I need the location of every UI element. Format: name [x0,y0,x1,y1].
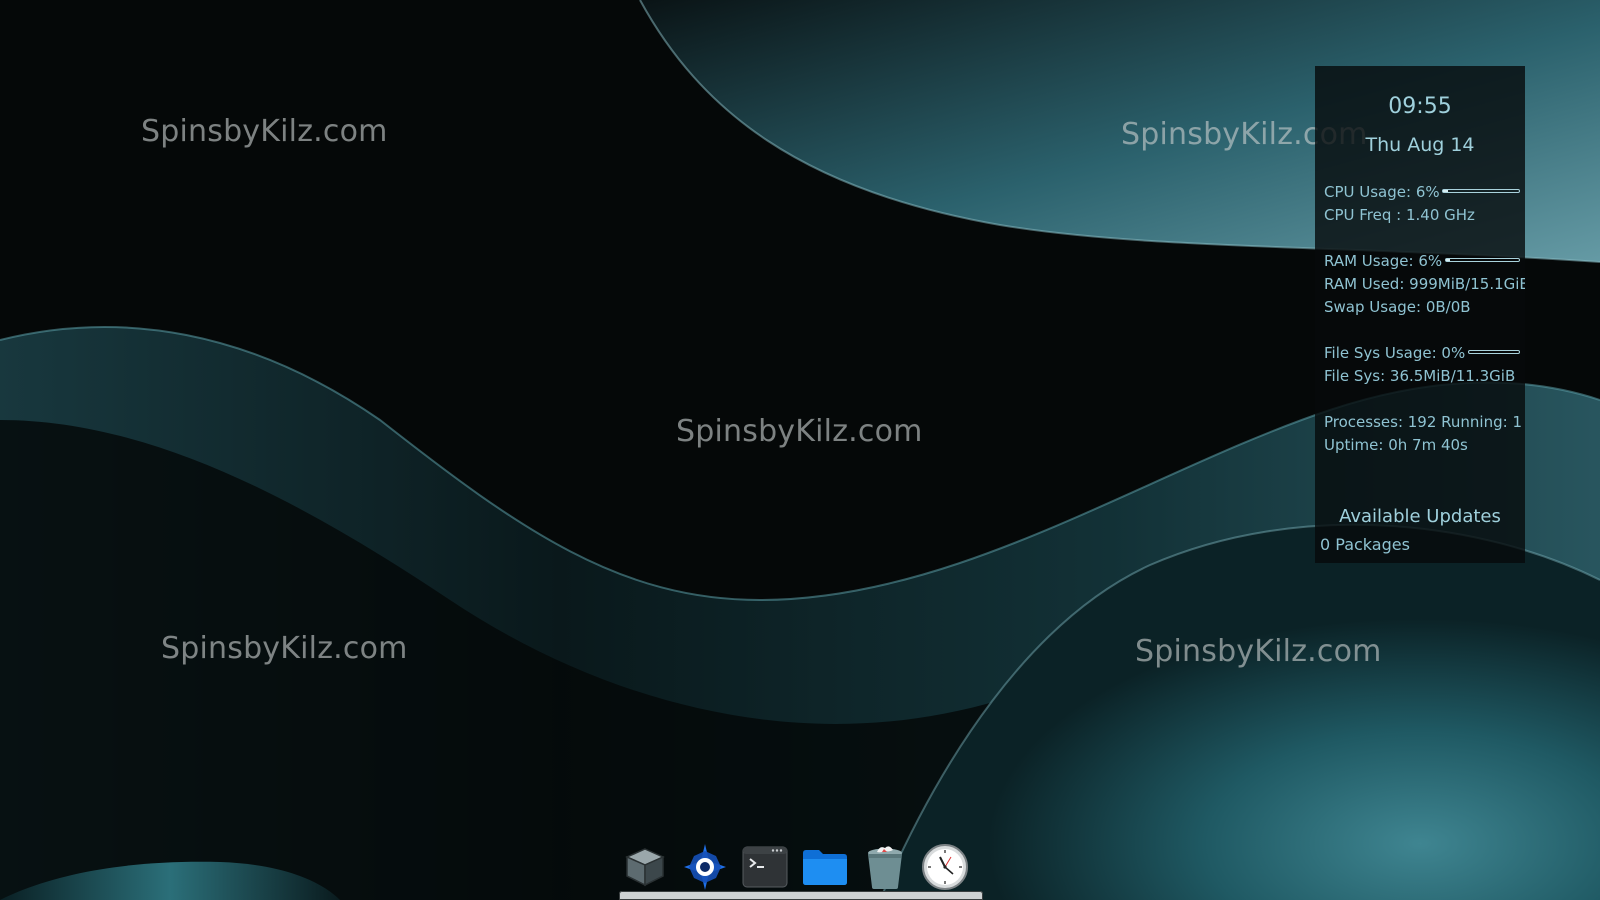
terminal-icon [742,846,788,888]
trash-icon [868,846,902,889]
widget-date: Thu Aug 14 [1365,134,1475,156]
updates-value: 0 Packages [1320,535,1410,554]
processes-label: Processes: 192 Running: 1 [1324,413,1522,431]
system-monitor-widget: 09:55 Thu Aug 14 CPU Usage: 6% CPU Freq … [1315,66,1525,563]
cube-icon [625,848,665,887]
settings-star-icon [684,844,726,890]
ram-usage-bar [1445,258,1520,262]
ram-used-label: RAM Used: 999MiB/15.1GiB [1324,275,1525,293]
ram-usage-label: RAM Usage: 6% [1324,252,1443,270]
watermark-text: SpinsbyKilz.com [676,414,923,449]
widget-clock: 09:55 [1388,94,1452,119]
watermark-text: SpinsbyKilz.com [161,631,408,666]
dock-item-cube[interactable] [620,842,670,892]
dock-indicator-bar [619,891,983,900]
filesys-label: File Sys: 36.5MiB/11.3GiB [1324,367,1516,385]
clock-icon [922,844,968,890]
cpu-usage-bar [1442,189,1520,193]
dock-item-terminal[interactable] [740,842,790,892]
dock-item-trash[interactable] [860,842,910,892]
dock-item-files[interactable] [800,842,850,892]
swap-usage-label: Swap Usage: 0B/0B [1324,298,1471,316]
uptime-label: Uptime: 0h 7m 40s [1324,436,1468,454]
cpu-freq-label: CPU Freq : 1.40 GHz [1324,206,1475,224]
filesys-usage-label: File Sys Usage: 0% [1324,344,1466,362]
cpu-usage-bar-fill [1443,190,1448,192]
folder-icon [803,850,847,885]
filesys-usage-bar [1468,350,1520,354]
ram-usage-bar-fill [1446,259,1451,261]
dock-item-clock[interactable] [920,842,970,892]
updates-title: Available Updates [1339,506,1501,527]
watermark-text: SpinsbyKilz.com [1135,634,1382,669]
dock-item-settings[interactable] [680,842,730,892]
cpu-usage-label: CPU Usage: 6% [1324,183,1440,201]
watermark-text: SpinsbyKilz.com [141,114,388,149]
